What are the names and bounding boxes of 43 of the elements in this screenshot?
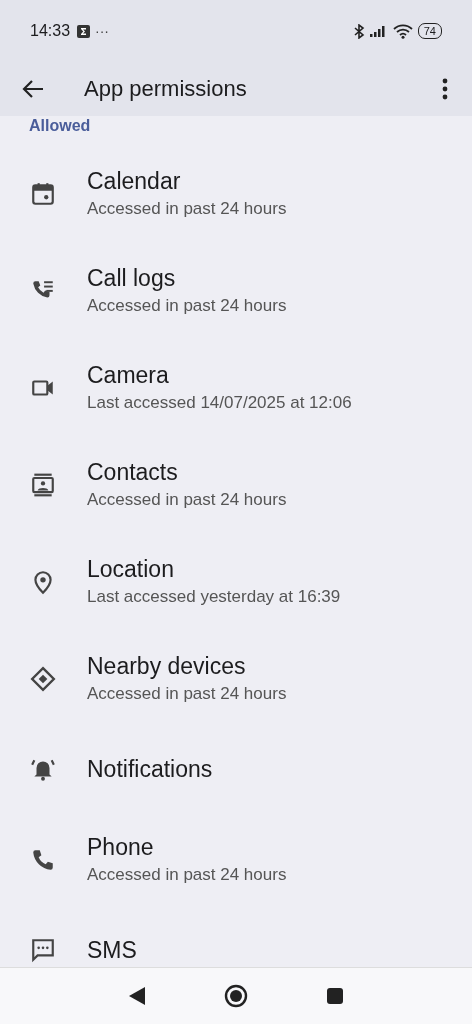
signal-icon <box>369 25 388 37</box>
permission-subtitle: Last accessed 14/07/2025 at 12:06 <box>87 393 352 413</box>
permission-item[interactable]: SMS <box>0 914 472 967</box>
diamond-icon <box>30 665 56 692</box>
permission-subtitle: Accessed in past 24 hours <box>87 490 287 510</box>
chat-icon <box>30 937 56 963</box>
permission-title: Phone <box>87 834 155 861</box>
permission-title: Calendar <box>87 168 182 195</box>
screen-title: App permissions <box>84 76 247 102</box>
triangle-back-icon <box>128 986 146 1006</box>
battery-level: 74 <box>417 23 442 39</box>
calendar-icon <box>30 180 56 207</box>
recents-square-icon <box>326 987 344 1005</box>
permission-title: SMS <box>87 936 137 964</box>
permission-subtitle: Accessed in past 24 hours <box>87 296 287 316</box>
back-arrow-icon <box>22 79 44 99</box>
permission-item[interactable]: Notifications <box>0 733 472 805</box>
section-header: Allowed <box>29 116 91 135</box>
permission-item[interactable]: Camera Last accessed 14/07/2025 at 12:06 <box>0 339 472 436</box>
permission-subtitle: Last accessed yesterday at 16:39 <box>87 587 341 607</box>
permission-item[interactable]: Call logs Accessed in past 24 hours <box>0 242 472 339</box>
permission-title: Camera <box>87 362 170 389</box>
permission-item[interactable]: Calendar Accessed in past 24 hours <box>0 145 472 242</box>
bluetooth-icon <box>353 23 365 39</box>
wifi-icon <box>392 23 413 39</box>
permission-subtitle: Accessed in past 24 hours <box>87 865 287 885</box>
home-circle-icon <box>224 984 248 1008</box>
permission-item[interactable]: Contacts Accessed in past 24 hours <box>0 436 472 533</box>
contact-card-icon <box>30 471 56 498</box>
status-more: ··· <box>95 23 110 39</box>
permission-subtitle: Accessed in past 24 hours <box>87 199 287 219</box>
permission-title: Call logs <box>87 265 177 292</box>
sigma-icon <box>77 24 91 38</box>
status-time: 14:33 <box>30 22 71 40</box>
permission-item[interactable]: Location Last accessed yesterday at 16:39 <box>0 533 472 630</box>
permission-title: Contacts <box>87 459 179 486</box>
permission-title: Nearby devices <box>87 653 247 680</box>
permission-title: Location <box>87 556 175 583</box>
permission-item[interactable]: Phone Accessed in past 24 hours <box>0 811 472 908</box>
permission-item[interactable]: Nearby devices Accessed in past 24 hours <box>0 630 472 727</box>
permission-subtitle: Accessed in past 24 hours <box>87 684 287 704</box>
permission-title: Notifications <box>87 755 213 783</box>
more-vert-icon <box>442 78 448 100</box>
